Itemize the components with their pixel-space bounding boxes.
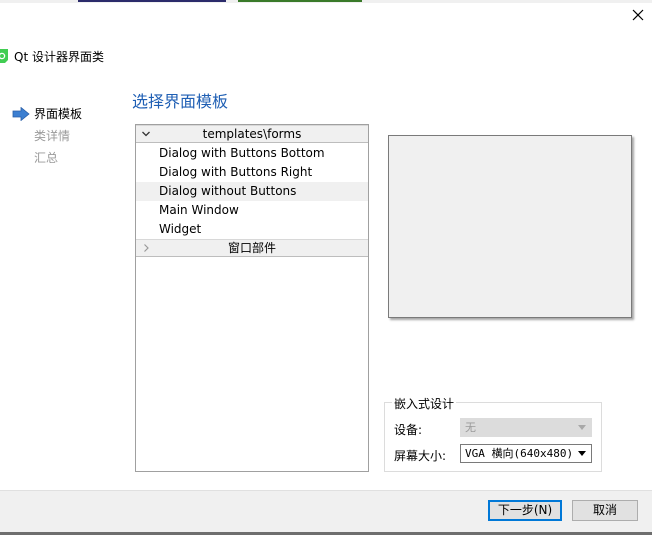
step-template: 界面模板 (34, 107, 83, 121)
dropdown-arrow-icon (578, 425, 586, 430)
close-icon (632, 9, 644, 21)
background-window-strip (0, 0, 652, 3)
device-combo-value: 无 (465, 421, 476, 434)
step-summary: 汇总 (34, 151, 59, 165)
tree-group-label: templates\forms (202, 127, 302, 141)
wizard-header: Qt 设计器界面类 (0, 46, 104, 66)
template-tree[interactable]: templates\forms Dialog with Buttons Bott… (135, 124, 369, 472)
tree-group-templates-forms[interactable]: templates\forms (136, 125, 368, 143)
device-combo: 无 (460, 418, 592, 437)
chevron-down-icon (142, 131, 150, 137)
device-label: 设备: (394, 423, 423, 437)
current-step-arrow-icon (12, 107, 30, 121)
tree-item-dialog-buttons-bottom[interactable]: Dialog with Buttons Bottom (136, 144, 368, 163)
template-preview (388, 135, 632, 318)
qt-logo-icon (0, 49, 8, 63)
embedded-design-title: 嵌入式设计 (392, 395, 457, 412)
tree-item-dialog-without-buttons[interactable]: Dialog without Buttons (136, 182, 368, 201)
footer-divider (0, 490, 652, 491)
page-title: 选择界面模板 (132, 92, 229, 111)
dropdown-arrow-icon (578, 451, 586, 456)
screen-size-combo-value: VGA 横向(640x480) (465, 447, 574, 460)
tree-group-label: 窗口部件 (227, 241, 276, 255)
tree-item-widget[interactable]: Widget (136, 220, 368, 239)
close-button[interactable] (628, 5, 648, 25)
cancel-button[interactable]: 取消 (572, 500, 638, 521)
step-class-details: 类详情 (34, 129, 71, 143)
tree-item-main-window[interactable]: Main Window (136, 201, 368, 220)
wizard-title: Qt 设计器界面类 (14, 49, 104, 64)
screen-size-label: 屏幕大小: (394, 449, 447, 463)
chevron-right-icon (144, 244, 149, 252)
next-button[interactable]: 下一步(N) (488, 500, 562, 521)
screen-size-combo[interactable]: VGA 横向(640x480) (460, 444, 592, 463)
tree-item-dialog-buttons-right[interactable]: Dialog with Buttons Right (136, 163, 368, 182)
tree-group-widgets[interactable]: 窗口部件 (136, 239, 368, 257)
